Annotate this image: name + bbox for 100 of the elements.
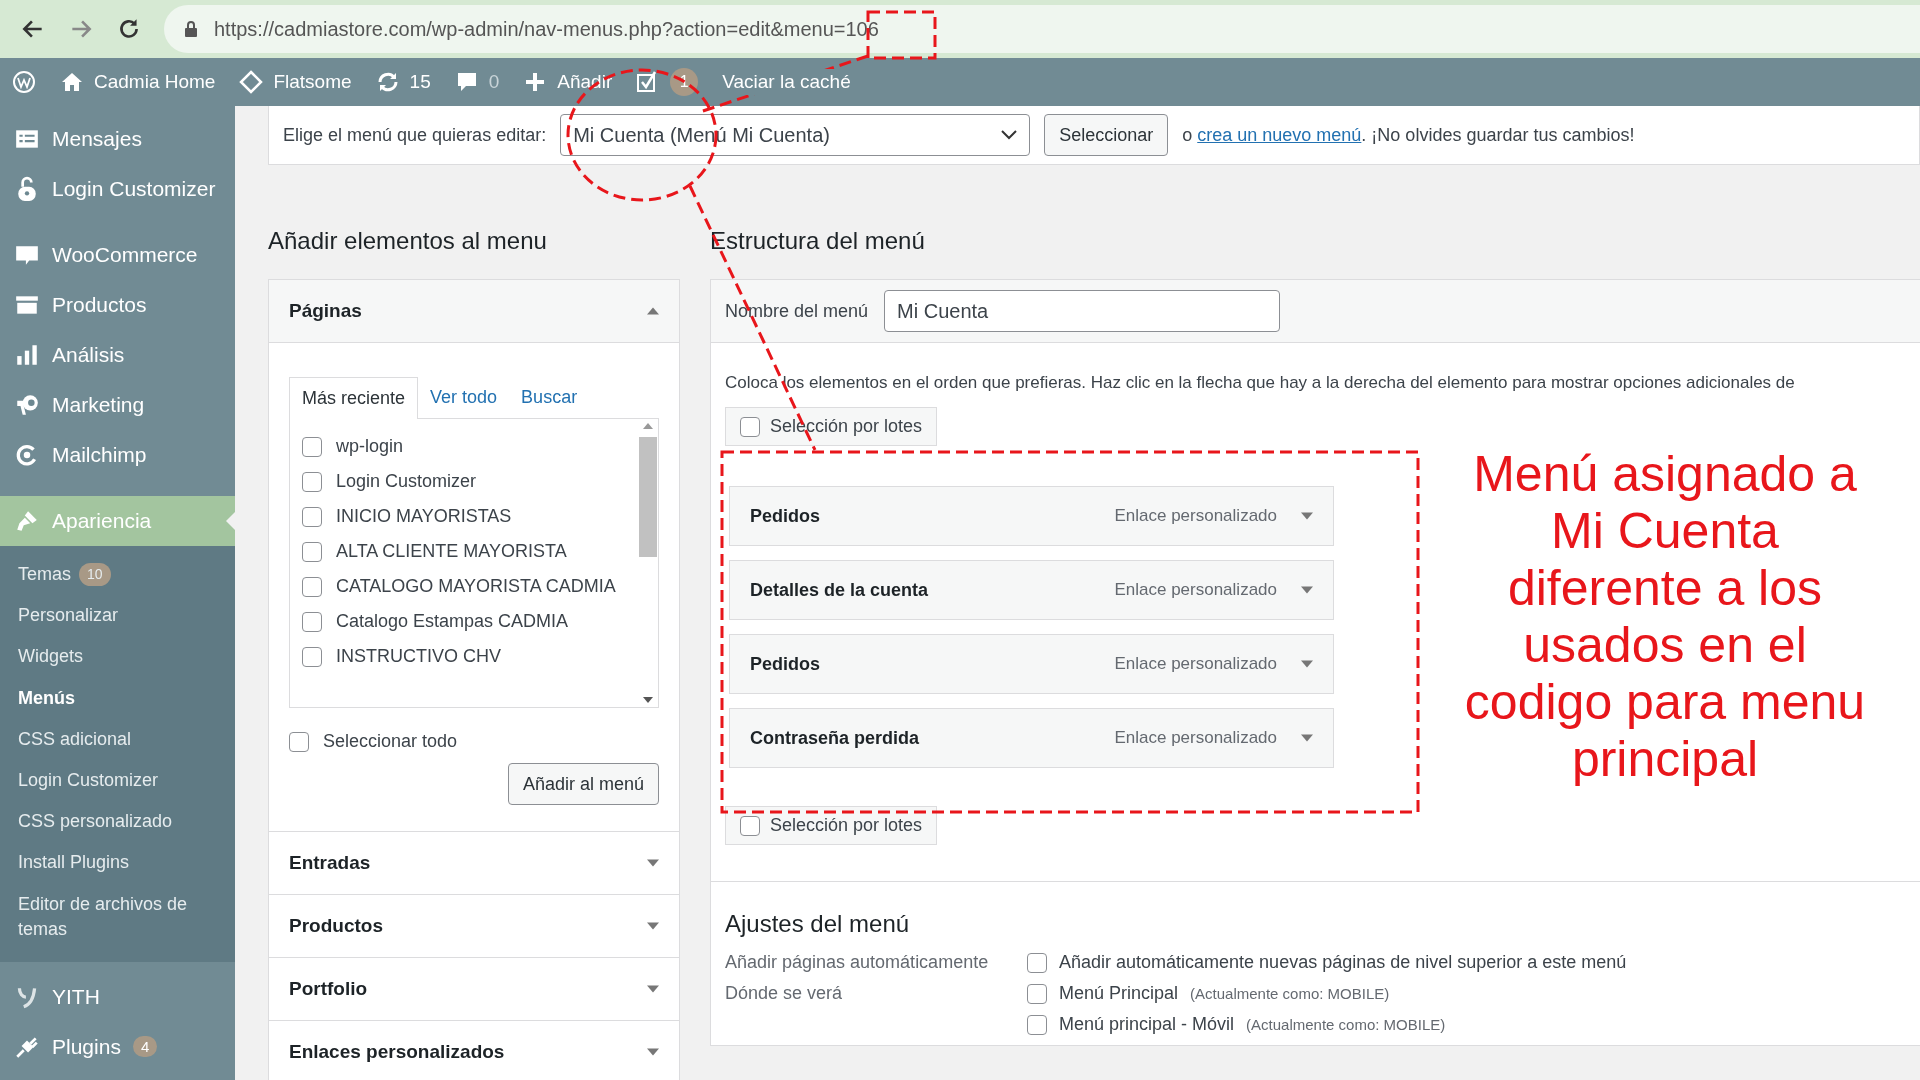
option-label: Menú Principal bbox=[1059, 983, 1179, 1004]
menu-item-title: Pedidos bbox=[750, 653, 821, 675]
page-label: CATALOGO MAYORISTA CADMIA bbox=[336, 576, 616, 597]
checkbox[interactable] bbox=[302, 471, 322, 492]
field-label: Nombre del menú bbox=[725, 300, 869, 322]
triangle-down-icon[interactable] bbox=[1301, 512, 1313, 520]
create-menu-link[interactable]: crea un nuevo menú bbox=[1197, 124, 1362, 145]
triangle-down-icon bbox=[647, 859, 659, 867]
sidebar-item[interactable]: WooCommerce bbox=[0, 230, 235, 280]
admin-bar-item[interactable]: Cadmia Home bbox=[60, 70, 216, 94]
sidebar-item[interactable]: Mensajes bbox=[0, 114, 235, 164]
submenu-item[interactable]: Install Plugins bbox=[0, 842, 235, 884]
page-label: wp-login bbox=[336, 436, 404, 457]
lock-icon bbox=[184, 21, 198, 37]
menu-item-title: Detalles de la cuenta bbox=[750, 579, 930, 601]
checkbox[interactable] bbox=[1027, 983, 1047, 1004]
sidebar-item[interactable]: Análisis bbox=[0, 330, 235, 380]
submenu-item[interactable]: Editor de archivos de temas bbox=[0, 883, 235, 950]
option-note: (Actualmente como: MOBILE) bbox=[1190, 985, 1390, 1002]
bulk-select-control[interactable]: Selección por lotes bbox=[725, 407, 938, 446]
triangle-down-icon bbox=[647, 1048, 659, 1056]
setting-label: Añadir páginas automáticamente bbox=[725, 952, 990, 973]
accordion-header[interactable]: Portfolio bbox=[269, 957, 679, 1020]
triangle-down-icon bbox=[647, 985, 659, 993]
triangle-down-icon[interactable] bbox=[1301, 586, 1313, 594]
tab[interactable]: Buscar bbox=[509, 377, 590, 418]
sidebar-item[interactable]: Plugins 4 bbox=[0, 1021, 235, 1072]
checkbox[interactable] bbox=[1027, 1014, 1047, 1035]
menu-item-type: Enlace personalizado bbox=[1114, 580, 1277, 600]
triangle-down-icon[interactable] bbox=[1301, 734, 1313, 742]
settings-heading: Ajustes del menú bbox=[725, 910, 911, 938]
page-label: Catalogo Estampas CADMIA bbox=[336, 611, 569, 632]
home-icon bbox=[60, 70, 84, 94]
accordion-header[interactable]: Enlaces personalizados bbox=[269, 1020, 679, 1080]
scroll-down-icon[interactable] bbox=[643, 697, 653, 703]
checkbox[interactable] bbox=[289, 731, 309, 752]
submenu-item[interactable]: Temas 10 bbox=[0, 554, 235, 596]
admin-bar-item[interactable]: 15 bbox=[375, 70, 431, 94]
circle-logo-icon[interactable] bbox=[12, 70, 36, 94]
tab[interactable]: Ver todo bbox=[418, 377, 510, 418]
page-label: Login Customizer bbox=[336, 471, 477, 492]
page-label: INSTRUCTIVO CHV bbox=[336, 646, 501, 667]
accordion-header[interactable]: Entradas bbox=[269, 831, 679, 894]
sidebar-item[interactable]: Mailchimp bbox=[0, 430, 235, 480]
chevron-down-icon bbox=[1001, 130, 1018, 140]
menu-item-bar[interactable]: Pedidos Enlace personalizado bbox=[729, 634, 1334, 694]
checkbox[interactable] bbox=[302, 611, 322, 632]
address-bar[interactable]: https://cadmiastore.com/wp-admin/nav-menus.php?action=edit&menu=106 bbox=[164, 5, 1920, 53]
submenu-item[interactable]: Login Customizer bbox=[0, 759, 235, 802]
submenu-item[interactable]: CSS adicional bbox=[0, 718, 235, 760]
triangle-up-icon bbox=[647, 307, 659, 315]
triangle-down-icon bbox=[647, 922, 659, 930]
admin-bar-link[interactable]: Vaciar la caché bbox=[722, 69, 851, 95]
checkbox[interactable] bbox=[302, 541, 322, 562]
checkbox[interactable] bbox=[302, 576, 322, 597]
menu-item-bar[interactable]: Detalles de la cuenta Enlace personalizado bbox=[729, 560, 1334, 620]
option-note: (Actualmente como: MOBILE) bbox=[1246, 1016, 1446, 1033]
field-label: Elige el menú que quieras editar: bbox=[283, 124, 547, 146]
menu-item-type: Enlace personalizado bbox=[1114, 654, 1277, 674]
sidebar-item[interactable]: Marketing bbox=[0, 380, 235, 430]
sidebar-item[interactable]: Productos bbox=[0, 280, 235, 330]
section-heading: Añadir elementos al menu bbox=[268, 227, 548, 255]
bulk-select-control[interactable]: Selección por lotes bbox=[725, 806, 938, 845]
tab[interactable]: Más reciente bbox=[289, 377, 419, 419]
option-label: Menú principal - Móvil bbox=[1059, 1014, 1235, 1035]
accordion-header[interactable]: Páginas bbox=[269, 280, 679, 343]
option-label: Añadir automáticamente nuevas páginas de nivel superior a este menú bbox=[1059, 952, 1627, 973]
checkbox[interactable] bbox=[302, 436, 322, 457]
select-button[interactable]: Seleccionar bbox=[1044, 114, 1169, 156]
menu-item-bar[interactable]: Pedidos Enlace personalizado bbox=[729, 486, 1334, 546]
annotation-text: Menú asignado a Mi Cuenta diferente a los usados en el codigo para menu principal bbox=[1463, 446, 1867, 788]
add-to-menu-button[interactable]: Añadir al menú bbox=[507, 763, 659, 805]
triangle-down-icon[interactable] bbox=[1301, 660, 1313, 668]
admin-bar-item[interactable]: 1 bbox=[636, 68, 699, 96]
count-badge: 4 bbox=[132, 1036, 158, 1058]
checkbox[interactable] bbox=[302, 506, 322, 527]
checkbox[interactable] bbox=[1027, 952, 1047, 973]
diamond-icon bbox=[239, 70, 264, 94]
admin-bar-item[interactable]: Flatsome bbox=[239, 70, 352, 94]
submenu-item[interactable]: Widgets bbox=[0, 636, 235, 678]
admin-bar-item[interactable]: 0 bbox=[454, 70, 500, 94]
setting-label: Dónde se verá bbox=[725, 983, 844, 1005]
submenu-item[interactable]: CSS personalizado bbox=[0, 801, 235, 843]
admin-bar-item[interactable]: Añadir bbox=[523, 70, 613, 94]
scroll-up-icon[interactable] bbox=[643, 423, 653, 429]
menu-item-type: Enlace personalizado bbox=[1114, 728, 1277, 748]
megaphone-icon bbox=[14, 392, 40, 418]
sidebar-item[interactable]: YITH bbox=[0, 971, 235, 1022]
accordion-header[interactable]: Productos bbox=[269, 894, 679, 957]
checkbox[interactable] bbox=[302, 646, 322, 667]
count-badge: 10 bbox=[79, 562, 111, 587]
sidebar-item[interactable]: Login Customizer bbox=[0, 164, 235, 214]
checkbox-label: Seleccionar todo bbox=[323, 731, 458, 752]
create-menu-note: o crea un nuevo menú. ¡No olvides guardar tus cambios! bbox=[1182, 124, 1635, 146]
submenu-item[interactable]: Menús bbox=[0, 677, 235, 719]
submenu-item[interactable]: Personalizar bbox=[0, 595, 235, 637]
menu-name-field[interactable]: Mi Cuenta bbox=[884, 290, 1281, 332]
menu-item-title: Contraseña perdida bbox=[750, 727, 921, 749]
menu-item-bar[interactable]: Contraseña perdida Enlace personalizado bbox=[729, 708, 1334, 768]
bar-chart-icon bbox=[14, 342, 40, 368]
